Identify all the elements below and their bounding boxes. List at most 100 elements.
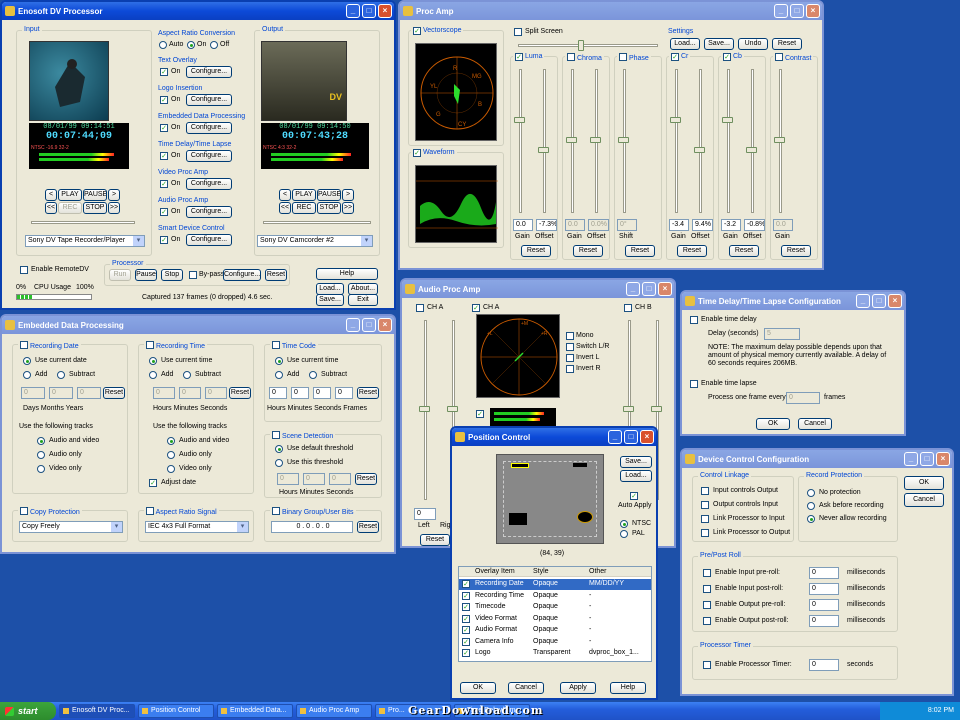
- run-button[interactable]: Run: [109, 269, 131, 281]
- settings-load-button[interactable]: Load...: [670, 38, 700, 50]
- time-minutes-input[interactable]: 0: [179, 387, 201, 399]
- close-button[interactable]: ×: [640, 430, 654, 444]
- gain-value[interactable]: -3.4: [669, 219, 689, 231]
- tc-use-current-radio[interactable]: [275, 357, 283, 365]
- table-row[interactable]: ✓ Recording Date Opaque MM/DD/YY: [459, 579, 651, 590]
- cha-left-checkbox[interactable]: [416, 304, 424, 312]
- row-checkbox[interactable]: ✓: [462, 637, 470, 646]
- enable-lapse-checkbox[interactable]: [690, 380, 698, 388]
- offset-slider[interactable]: [699, 69, 702, 213]
- tc-subtract-radio[interactable]: [309, 371, 317, 379]
- tc-reset-button[interactable]: Reset: [357, 387, 379, 399]
- apa-title-bar[interactable]: Audio Proc Amp _ □ ×: [402, 280, 674, 298]
- input-play-button[interactable]: PLAY: [58, 189, 82, 201]
- minimize-button[interactable]: _: [904, 452, 918, 466]
- tc-add-radio[interactable]: [275, 371, 283, 379]
- offset-slider[interactable]: [543, 69, 546, 213]
- tdc-cancel-button[interactable]: Cancel: [798, 418, 832, 430]
- channel-reset-button[interactable]: Reset: [573, 245, 603, 257]
- embedded-data-window[interactable]: Embedded Data Processing _ □ × Recording D…: [0, 314, 396, 554]
- date-add-radio[interactable]: [23, 371, 31, 379]
- scene-minutes-input[interactable]: 0: [303, 473, 325, 485]
- table-row[interactable]: ✓ Video Format Opaque -: [459, 614, 651, 625]
- roll-checkbox[interactable]: [703, 601, 711, 609]
- linkage-checkbox[interactable]: [701, 529, 709, 537]
- gain-value[interactable]: 0°: [617, 219, 637, 231]
- input-device-select[interactable]: Sony DV Tape Recorder/Player: [25, 235, 145, 247]
- input-ffwd-button[interactable]: >>: [108, 202, 120, 214]
- input-stop-button[interactable]: STOP: [83, 202, 107, 214]
- gain-thumb[interactable]: [722, 117, 733, 123]
- taskbar-button[interactable]: Embedded Data...: [217, 704, 293, 718]
- chb-right-thumb[interactable]: [651, 406, 662, 412]
- table-row[interactable]: ✓ Audio Format Opaque -: [459, 625, 651, 636]
- col-overlay-item[interactable]: Overlay Item: [475, 568, 515, 575]
- settings-save-button[interactable]: Save...: [704, 38, 734, 50]
- meter-checkbox[interactable]: ✓: [476, 410, 484, 418]
- copy-protection-select[interactable]: Copy Freely: [19, 521, 123, 533]
- gain-slider[interactable]: [519, 69, 522, 213]
- left-level-input[interactable]: 0: [414, 508, 436, 520]
- channel-reset-button[interactable]: Reset: [521, 245, 551, 257]
- invert-r-checkbox[interactable]: [566, 365, 574, 373]
- close-button[interactable]: ×: [378, 318, 392, 332]
- time-video-only-radio[interactable]: [167, 465, 175, 473]
- pos-save-button[interactable]: Save...: [620, 456, 652, 468]
- tc-frames-input[interactable]: 0: [335, 387, 353, 399]
- maximize-button[interactable]: □: [872, 294, 886, 308]
- exit-button[interactable]: Exit: [348, 294, 378, 306]
- date-subtract-radio[interactable]: [57, 371, 65, 379]
- split-screen-checkbox[interactable]: [514, 28, 522, 36]
- input-shuttle-slider[interactable]: [31, 221, 135, 224]
- offset-thumb[interactable]: [590, 137, 601, 143]
- roll-ms-input[interactable]: 0: [809, 567, 839, 579]
- offset-value[interactable]: -7.3%: [536, 219, 557, 231]
- right-level-thumb[interactable]: [447, 406, 458, 412]
- split-screen-slider[interactable]: [518, 44, 658, 47]
- offset-value[interactable]: 9.4%: [692, 219, 713, 231]
- chb-checkbox[interactable]: [624, 304, 632, 312]
- tdc-title-bar[interactable]: Time Delay/Time Lapse Configuration _ □ ×: [682, 292, 904, 310]
- input-next-button[interactable]: >: [108, 189, 120, 201]
- maximize-button[interactable]: □: [362, 4, 376, 18]
- processor-configure-button[interactable]: Configure...: [223, 269, 261, 281]
- offset-value[interactable]: -0.8%: [744, 219, 765, 231]
- settings-reset-button[interactable]: Reset: [772, 38, 802, 50]
- feature-on-checkbox[interactable]: ✓: [160, 124, 168, 132]
- table-row[interactable]: ✓ Timecode Opaque -: [459, 602, 651, 613]
- record-protection-radio[interactable]: [807, 502, 815, 510]
- pause-button[interactable]: Pause: [135, 269, 157, 281]
- aspect-off-radio[interactable]: [210, 41, 218, 49]
- time-add-radio[interactable]: [149, 371, 157, 379]
- channel-checkbox[interactable]: [619, 53, 627, 61]
- waveform-checkbox[interactable]: ✓: [413, 149, 421, 157]
- row-checkbox[interactable]: ✓: [462, 614, 470, 623]
- date-reset-button[interactable]: Reset: [103, 387, 125, 399]
- level-reset-button[interactable]: Reset: [420, 534, 450, 546]
- gain-value[interactable]: 0.0: [565, 219, 585, 231]
- minimize-button[interactable]: _: [346, 318, 360, 332]
- linkage-checkbox[interactable]: [701, 515, 709, 523]
- channel-checkbox[interactable]: [567, 53, 575, 61]
- save-button[interactable]: Save...: [316, 294, 344, 306]
- delay-seconds-input[interactable]: 5: [764, 328, 800, 340]
- close-button[interactable]: ×: [806, 4, 820, 18]
- col-style[interactable]: Style: [533, 568, 549, 575]
- gain-thumb[interactable]: [670, 117, 681, 123]
- feature-on-checkbox[interactable]: ✓: [160, 68, 168, 76]
- copy-protection-checkbox[interactable]: [20, 507, 28, 515]
- gain-thumb[interactable]: [566, 137, 577, 143]
- output-next-button[interactable]: >: [342, 189, 354, 201]
- table-row[interactable]: ✓ Logo Transparent dvproc_box_1...: [459, 648, 651, 659]
- settings-undo-button[interactable]: Undo: [738, 38, 768, 50]
- minimize-button[interactable]: _: [608, 430, 622, 444]
- remote-checkbox[interactable]: [20, 266, 28, 274]
- split-screen-thumb[interactable]: [578, 40, 584, 51]
- lapse-frames-input[interactable]: 0: [786, 392, 820, 404]
- time-delay-window[interactable]: Time Delay/Time Lapse Configuration _ □ × …: [680, 290, 906, 436]
- record-protection-radio[interactable]: [807, 515, 815, 523]
- output-stop-button[interactable]: STOP: [317, 202, 341, 214]
- feature-configure-button[interactable]: Configure...: [186, 150, 232, 162]
- pos-load-button[interactable]: Load...: [620, 470, 652, 482]
- output-ffwd-button[interactable]: >>: [342, 202, 354, 214]
